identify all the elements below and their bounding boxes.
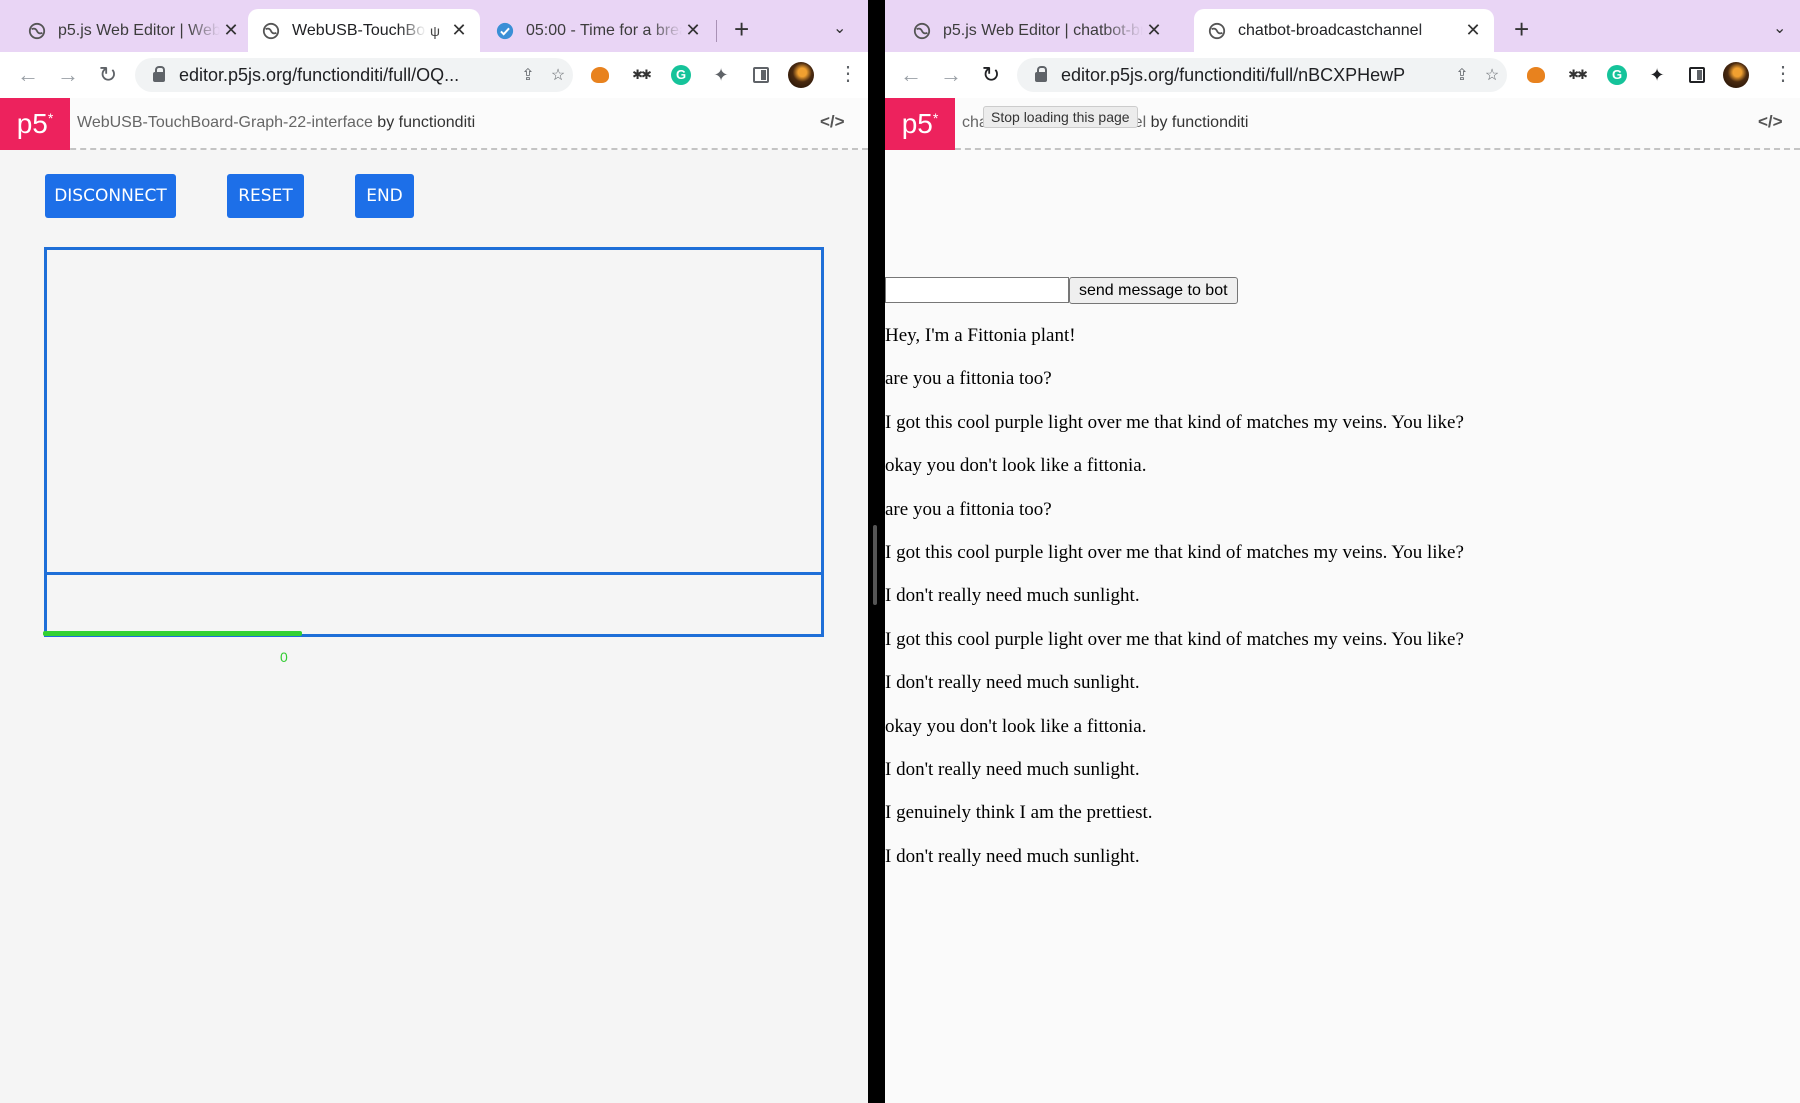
globe-icon — [28, 22, 46, 39]
message-input[interactable] — [885, 277, 1069, 303]
sensor-signal-line — [43, 631, 302, 636]
chat-message: I got this cool purple light over me tha… — [885, 411, 1464, 433]
p5-logo[interactable]: p5 * — [885, 98, 955, 150]
check-circle-icon — [496, 22, 514, 39]
globe-icon — [1208, 22, 1226, 39]
side-panel-icon[interactable] — [1689, 67, 1705, 83]
chat-message: I don't really need much sunlight. — [885, 845, 1140, 867]
lock-icon[interactable] — [1035, 66, 1047, 82]
chat-message: okay you don't look like a fittonia. — [885, 455, 1147, 477]
window-split-handle[interactable] — [873, 525, 877, 605]
asterisk-icon: * — [932, 110, 939, 126]
chat-log: Hey, I'm a Fittonia plant! are you a fitt… — [885, 320, 1785, 884]
disconnect-button[interactable]: DISCONNECT — [45, 174, 176, 218]
new-tab-icon[interactable]: + — [734, 14, 749, 45]
sketch-title: WebUSB-TouchBoard-Graph-22-interface by … — [77, 114, 475, 132]
reset-button[interactable]: RESET — [227, 174, 304, 218]
p5-header-bar: p5 * WebUSB-TouchBoard-Graph-22-interface… — [0, 98, 868, 150]
back-arrow-icon[interactable]: ← — [897, 61, 925, 89]
url-text: editor.p5js.org/functionditi/full/OQ... — [179, 64, 460, 85]
chat-message: I got this cool purple light over me tha… — [885, 628, 1464, 650]
asterisk-icon: * — [47, 110, 54, 126]
tab-title: chatbot-broadcastchannel — [1238, 21, 1423, 39]
lock-icon[interactable] — [153, 66, 165, 82]
globe-icon — [262, 22, 280, 39]
chat-message: I don't really need much sunlight. — [885, 585, 1140, 607]
left-browser-window: p5.js Web Editor | WebUSB-TouchBoard-Gra… — [0, 0, 868, 1103]
tab-strip: p5.js Web Editor | WebUSB-TouchBoard-Gra… — [0, 0, 868, 52]
extensions-puzzle-icon[interactable]: ✦ — [1647, 65, 1667, 85]
bookmark-star-icon[interactable]: ☆ — [543, 65, 573, 85]
close-icon[interactable]: ✕ — [448, 20, 470, 41]
tab-separator — [716, 20, 717, 42]
metamask-fox-icon[interactable] — [1527, 67, 1545, 83]
grammarly-icon[interactable]: G — [671, 65, 691, 85]
usb-icon: ψ — [430, 22, 440, 39]
extensions-puzzle-icon[interactable]: ✦ — [711, 65, 731, 85]
address-bar[interactable]: editor.p5js.org/functionditi/full/OQ... … — [135, 58, 573, 92]
chat-message: are you a fittonia too? — [885, 498, 1052, 520]
close-icon[interactable]: ✕ — [1143, 20, 1165, 41]
chat-message: I got this cool purple light over me tha… — [885, 541, 1464, 563]
address-bar[interactable]: editor.p5js.org/functionditi/full/nBCXPH… — [1017, 58, 1507, 92]
tab-webusb[interactable]: WebUSB-TouchBoard-Graph-22-interface ψ ✕ — [248, 9, 480, 52]
send-message-button[interactable]: send message to bot — [1069, 277, 1238, 304]
more-menu-icon[interactable]: ⋮ — [1773, 63, 1793, 85]
more-menu-icon[interactable]: ⋮ — [838, 63, 858, 85]
bookmark-star-icon[interactable]: ☆ — [1477, 65, 1507, 85]
new-tab-icon[interactable]: + — [1514, 14, 1529, 45]
browser-toolbar: ← → ↻ editor.p5js.org/functionditi/full/… — [885, 52, 1800, 98]
tab-title: 05:00 - Time for a break — [526, 21, 682, 39]
chat-message: I genuinely think I am the prettiest. — [885, 802, 1153, 824]
p5-logo[interactable]: p5 * — [0, 98, 70, 150]
end-button[interactable]: END — [355, 174, 414, 218]
view-code-icon[interactable]: </> — [820, 112, 845, 132]
tab-strip: p5.js Web Editor | chatbot-broadcastchan… — [885, 0, 1800, 52]
sketch-author[interactable]: by functionditi — [377, 114, 475, 131]
tab-chatbot[interactable]: chatbot-broadcastchannel ✕ — [1194, 9, 1494, 52]
tab-p5-editor[interactable]: p5.js Web Editor | WebUSB-TouchBoard-Gra… — [14, 9, 252, 52]
p5-logo-text: p5 — [16, 108, 48, 139]
tab-timer[interactable]: 05:00 - Time for a break ✕ — [482, 9, 714, 52]
chat-message: okay you don't look like a fittonia. — [885, 715, 1147, 737]
chat-message: I don't really need much sunlight. — [885, 672, 1140, 694]
back-arrow-icon[interactable]: ← — [14, 61, 42, 89]
extension-asterisks-icon[interactable]: ✱✱ — [631, 65, 652, 85]
sensor-value-label: 0 — [280, 649, 288, 665]
chat-message: Hey, I'm a Fittonia plant! — [885, 325, 1076, 346]
share-icon[interactable]: ⇪ — [1447, 65, 1477, 85]
tab-title: WebUSB-TouchBoard-Graph-22-interface — [292, 21, 426, 39]
view-code-icon[interactable]: </> — [1758, 112, 1783, 132]
profile-avatar[interactable] — [1723, 62, 1749, 88]
globe-icon — [913, 22, 931, 39]
forward-arrow-icon[interactable]: → — [54, 61, 82, 89]
sketch-author[interactable]: by functionditi — [1151, 114, 1249, 131]
tab-search-chevron-icon[interactable]: ⌄ — [1773, 18, 1786, 38]
metamask-fox-icon[interactable] — [591, 67, 609, 83]
tab-search-chevron-icon[interactable]: ⌄ — [833, 18, 846, 38]
grammarly-icon[interactable]: G — [1607, 65, 1627, 85]
sketch-name[interactable]: WebUSB-TouchBoard-Graph-22-interface — [77, 114, 373, 131]
profile-avatar[interactable] — [788, 62, 814, 88]
reload-icon[interactable]: ↻ — [94, 61, 122, 89]
reload-icon[interactable]: ↻ — [977, 61, 1005, 89]
extension-asterisks-icon[interactable]: ✱✱ — [1567, 65, 1588, 85]
share-icon[interactable]: ⇪ — [513, 65, 543, 85]
tab-p5-editor-chatbot[interactable]: p5.js Web Editor | chatbot-broadcastchan… — [899, 9, 1175, 52]
graph-divider — [47, 572, 821, 575]
chat-message: I don't really need much sunlight. — [885, 758, 1140, 780]
forward-arrow-icon[interactable]: → — [937, 61, 965, 89]
url-text: editor.p5js.org/functionditi/full/nBCXPH… — [1061, 64, 1406, 85]
browser-toolbar: ← → ↻ editor.p5js.org/functionditi/full/… — [0, 52, 868, 98]
chat-message: are you a fittonia too? — [885, 368, 1052, 390]
stop-loading-tooltip: Stop loading this page — [983, 106, 1138, 128]
close-icon[interactable]: ✕ — [220, 20, 242, 41]
tab-title: p5.js Web Editor | chatbot-broadcastchan… — [943, 21, 1143, 39]
close-icon[interactable]: ✕ — [1462, 20, 1484, 41]
close-icon[interactable]: ✕ — [682, 20, 704, 41]
tab-title: p5.js Web Editor | WebUSB-TouchBoard-Gra… — [58, 21, 220, 39]
p5-logo-text: p5 — [901, 108, 933, 139]
graph-canvas — [44, 247, 824, 637]
side-panel-icon[interactable] — [753, 67, 769, 83]
